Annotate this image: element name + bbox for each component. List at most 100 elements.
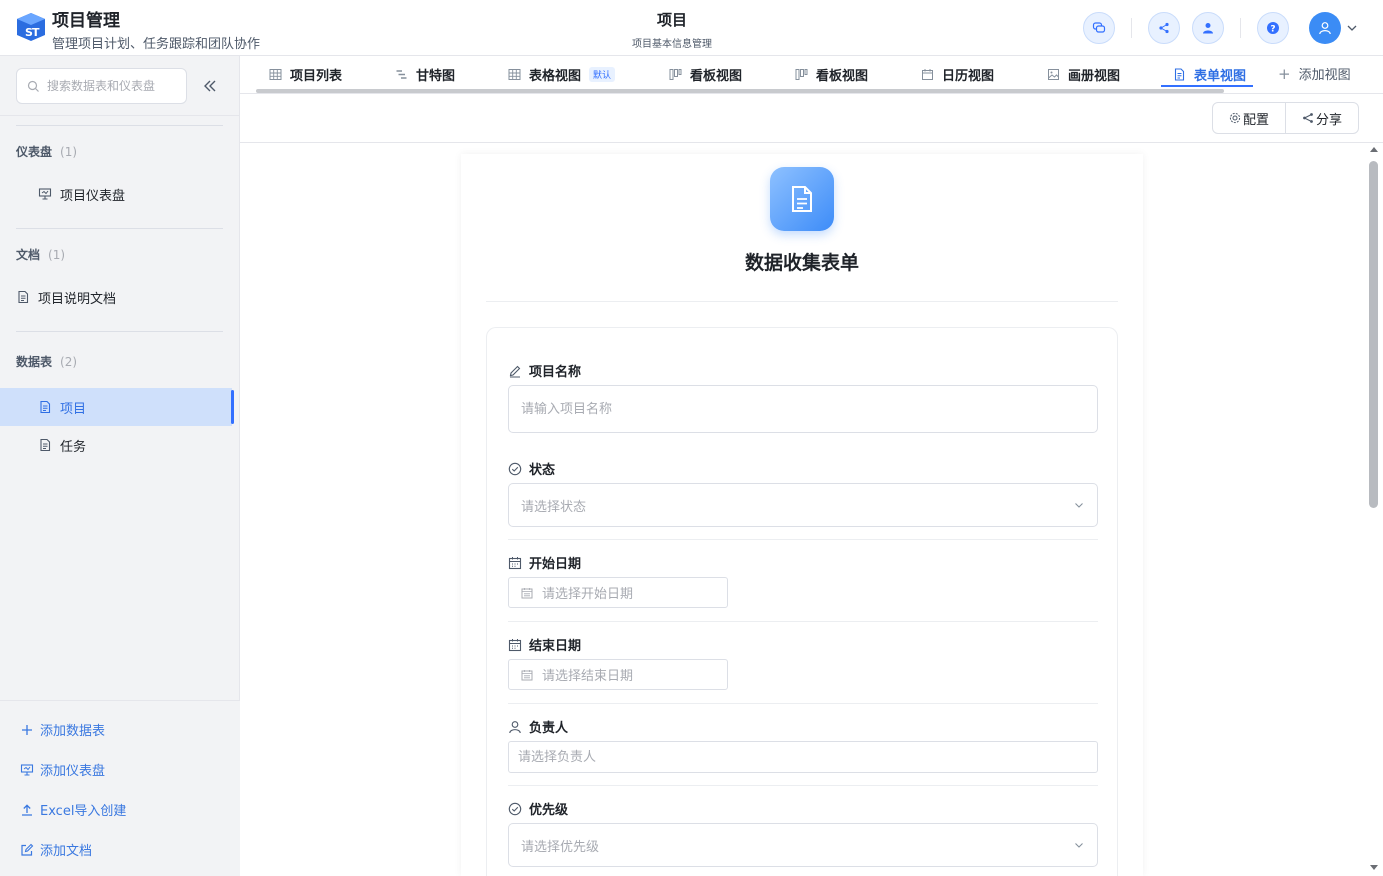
tab-kanban-2[interactable]: 看板视图 [795, 56, 868, 92]
form-icon [1173, 67, 1186, 81]
section-title-text: 文档 [16, 248, 41, 262]
tab-gantt[interactable]: 甘特图 [395, 56, 455, 92]
section-count: (2) [60, 355, 78, 369]
tab-kanban-1[interactable]: 看板视图 [669, 56, 742, 92]
user-icon [1203, 23, 1213, 34]
tab-label: 日历视图 [942, 68, 995, 84]
tab-label: 表格视图 [529, 68, 582, 84]
chat-button[interactable] [1083, 12, 1115, 44]
image-icon [1047, 68, 1060, 81]
config-button[interactable]: 配置 [1213, 103, 1285, 133]
add-table-button[interactable]: 添加数据表 [20, 720, 105, 739]
share-header-button[interactable] [1148, 12, 1180, 44]
section-count: (1) [60, 145, 78, 159]
scroll-thumb[interactable] [1369, 161, 1378, 508]
kanban-icon [795, 68, 808, 81]
tab-table-view[interactable]: 表格视图 默认 [508, 56, 616, 92]
page-title: 项目 [656, 11, 687, 29]
form-header-divider [486, 301, 1118, 302]
config-label: 配置 [1242, 112, 1269, 128]
members-button[interactable] [1192, 12, 1224, 44]
header-divider [1131, 18, 1132, 38]
user-avatar[interactable] [1309, 12, 1341, 44]
plus-icon: + [1278, 64, 1291, 83]
field-label-project-name: 项目名称 [508, 361, 581, 380]
search-icon [27, 80, 39, 92]
grid-icon [508, 68, 521, 81]
share-label: 分享 [1315, 112, 1342, 128]
gantt-icon [395, 68, 408, 81]
add-view-button[interactable]: + 添加视图 [1278, 64, 1351, 84]
action-label: 添加数据表 [40, 724, 106, 739]
plus-icon [20, 723, 34, 737]
calendar-icon [521, 587, 533, 599]
share-icon [1302, 112, 1314, 124]
sidebar-divider [0, 115, 240, 116]
excel-import-button[interactable]: Excel导入创建 [20, 800, 126, 819]
collapse-sidebar-icon[interactable] [201, 78, 219, 94]
tab-gallery[interactable]: 画册视图 [1047, 56, 1120, 92]
chevron-down-icon [1075, 503, 1083, 508]
action-label: 添加仪表盘 [40, 764, 106, 779]
field-label-end-date: 结束日期 [508, 635, 581, 654]
calendar-icon [521, 669, 533, 681]
section-title-tables: 数据表 (2) [16, 353, 77, 370]
tab-project-list[interactable]: 项目列表 [269, 56, 342, 92]
sidebar-item-project-table[interactable]: 项目 [0, 388, 234, 426]
chevron-down-icon[interactable] [1345, 21, 1359, 35]
kanban-icon [669, 68, 682, 81]
project-name-input[interactable] [508, 385, 1098, 433]
calendar-icon [508, 556, 522, 570]
field-divider [508, 785, 1098, 786]
share-button[interactable]: 分享 [1285, 103, 1358, 133]
end-date-picker[interactable]: 请选择结束日期 [508, 659, 728, 690]
add-dashboard-button[interactable]: 添加仪表盘 [20, 760, 105, 779]
toolbar-button-group: 配置 分享 [1212, 102, 1359, 134]
calendar-icon [921, 68, 934, 81]
form-header-icon [770, 167, 834, 231]
tab-calendar[interactable]: 日历视图 [921, 56, 994, 92]
sidebar-actions: 添加数据表 添加仪表盘 Excel导入创建 添加文档 [0, 700, 240, 876]
field-label-status: 状态 [508, 459, 555, 478]
start-date-picker[interactable]: 请选择开始日期 [508, 577, 728, 608]
form-card: 数据收集表单 项目名称 状态 请选择状态 开始日期 [461, 154, 1143, 876]
dashboard-icon [38, 187, 52, 201]
action-label: Excel导入创建 [40, 804, 127, 819]
action-label: 添加文档 [40, 844, 93, 859]
sidebar-item-label: 任务 [60, 439, 87, 455]
tab-label: 表单视图 [1194, 68, 1247, 84]
end-date-placeholder: 请选择结束日期 [542, 669, 634, 684]
field-divider [508, 621, 1098, 622]
field-label-text: 优先级 [529, 803, 569, 818]
app-header: S T 项目管理 管理项目计划、任务跟踪和团队协作 项目 项目基本信息管理 ? [0, 0, 1383, 56]
owner-input[interactable] [508, 741, 1098, 773]
tab-label: 项目列表 [290, 68, 343, 84]
sidebar-item-project-dashboard[interactable]: 项目仪表盘 [0, 175, 240, 213]
help-button[interactable]: ? [1257, 12, 1289, 44]
app-subtitle: 管理项目计划、任务跟踪和团队协作 [52, 37, 261, 52]
status-select[interactable]: 请选择状态 [508, 483, 1098, 527]
sidebar-search-input[interactable] [47, 77, 183, 95]
form-title: 数据收集表单 [744, 252, 859, 274]
sidebar-item-project-doc[interactable]: 项目说明文档 [0, 278, 240, 316]
document-icon [792, 186, 812, 212]
sidebar-item-label: 项目说明文档 [38, 291, 117, 307]
field-divider [508, 703, 1098, 704]
sidebar-search[interactable] [16, 68, 187, 104]
sidebar-item-task-table[interactable]: 任务 [0, 426, 240, 464]
sidebar: 仪表盘 (1) 项目仪表盘 文档 (1) 项目说明文档 数据表 (2) 项目 任务 添… [0, 56, 240, 876]
gear-icon [1229, 112, 1241, 124]
help-icon: ? [1267, 22, 1279, 34]
content-scrollbar[interactable] [1366, 143, 1383, 876]
priority-select[interactable]: 请选择优先级 [508, 823, 1098, 867]
tab-scrollbar[interactable] [256, 89, 1224, 93]
grid-icon [269, 68, 282, 81]
scroll-up-arrow-icon[interactable] [1370, 147, 1378, 152]
sidebar-item-label: 项目仪表盘 [60, 188, 126, 204]
svg-text:?: ? [1270, 24, 1275, 34]
add-document-button[interactable]: 添加文档 [20, 840, 92, 859]
tab-label: 甘特图 [416, 68, 456, 84]
section-title-dashboards: 仪表盘 (1) [16, 143, 77, 160]
field-label-text: 开始日期 [529, 557, 582, 572]
scroll-down-arrow-icon[interactable] [1370, 865, 1378, 870]
